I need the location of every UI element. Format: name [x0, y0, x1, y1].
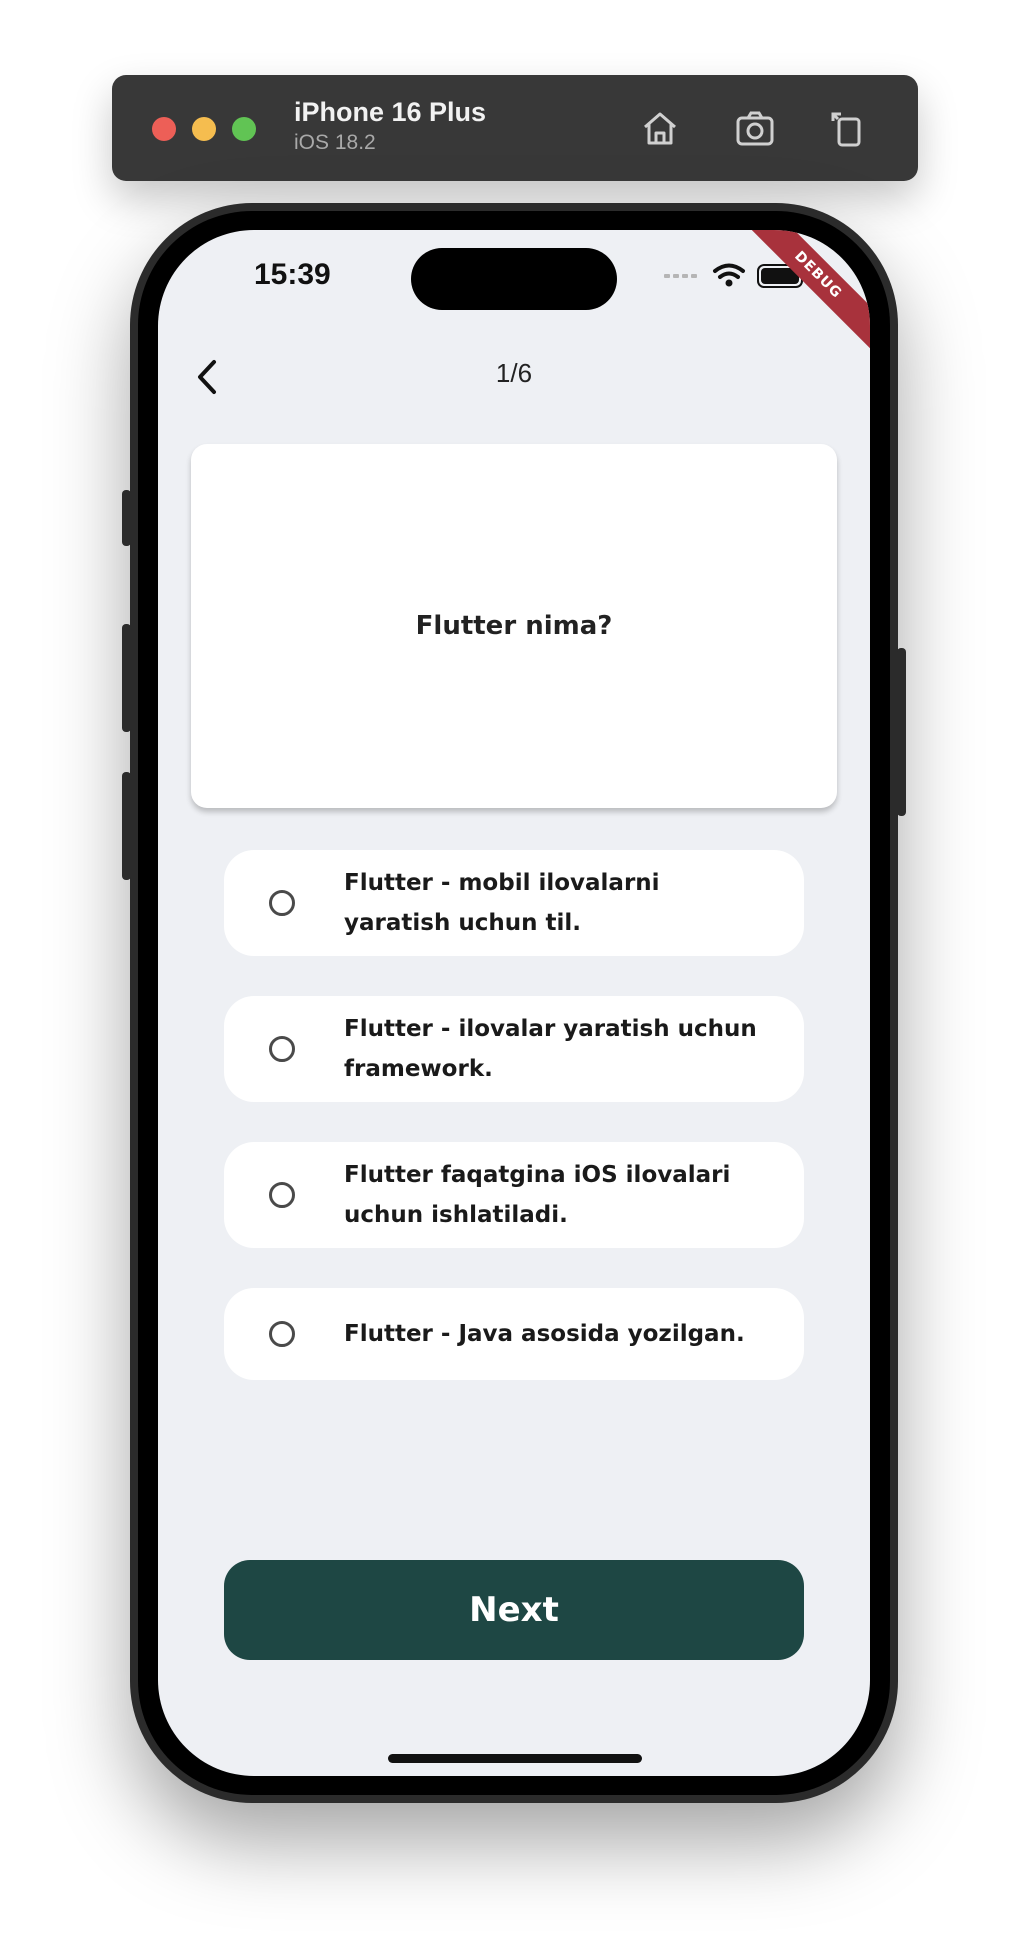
volume-up-button — [122, 624, 131, 732]
question-text: Flutter nima? — [415, 611, 613, 641]
question-card: Flutter nima? — [191, 444, 837, 808]
device-name: iPhone 16 Plus — [294, 97, 487, 127]
screenshot-icon[interactable] — [732, 105, 778, 151]
radio-button[interactable] — [269, 890, 295, 916]
answer-option-label: Flutter - mobil ilovalarni yaratish uchu… — [344, 870, 660, 936]
answer-option-label: Flutter - Java asosida yozilgan. — [344, 1321, 745, 1347]
answer-option-label: Flutter - ilovalar yaratish uchun framew… — [344, 1016, 757, 1082]
cellular-signal-icon — [664, 274, 697, 278]
next-button[interactable]: Next — [224, 1560, 804, 1660]
answer-option[interactable]: Flutter - Java asosida yozilgan. — [224, 1288, 804, 1380]
volume-down-button — [122, 772, 131, 880]
os-version: iOS 18.2 — [294, 131, 376, 154]
rotate-icon[interactable] — [824, 105, 870, 151]
answer-option[interactable]: Flutter - ilovalar yaratish uchun framew… — [224, 996, 804, 1102]
wifi-icon — [713, 263, 745, 279]
power-button — [897, 648, 906, 816]
answer-option-label: Flutter faqatgina iOS ilovalari uchun is… — [344, 1162, 731, 1228]
radio-button[interactable] — [269, 1321, 295, 1347]
radio-button[interactable] — [269, 1182, 295, 1208]
mute-switch — [122, 490, 131, 546]
answer-option[interactable]: Flutter - mobil ilovalarni yaratish uchu… — [224, 850, 804, 956]
close-window-button[interactable] — [152, 117, 176, 141]
zoom-window-button[interactable] — [232, 117, 256, 141]
home-icon[interactable] — [637, 105, 683, 151]
answer-option[interactable]: Flutter faqatgina iOS ilovalari uchun is… — [224, 1142, 804, 1248]
app-screen: 15:39 DEBUG 1/6 Flutter nima? Flutter - … — [158, 230, 870, 1776]
dynamic-island — [411, 248, 617, 310]
radio-button[interactable] — [269, 1036, 295, 1062]
status-time: 15:39 — [254, 258, 331, 291]
question-progress: 1/6 — [495, 358, 533, 388]
home-indicator — [388, 1754, 642, 1763]
minimize-window-button[interactable] — [192, 117, 216, 141]
simulator-toolbar: iPhone 16 Plus iOS 18.2 — [112, 75, 918, 181]
